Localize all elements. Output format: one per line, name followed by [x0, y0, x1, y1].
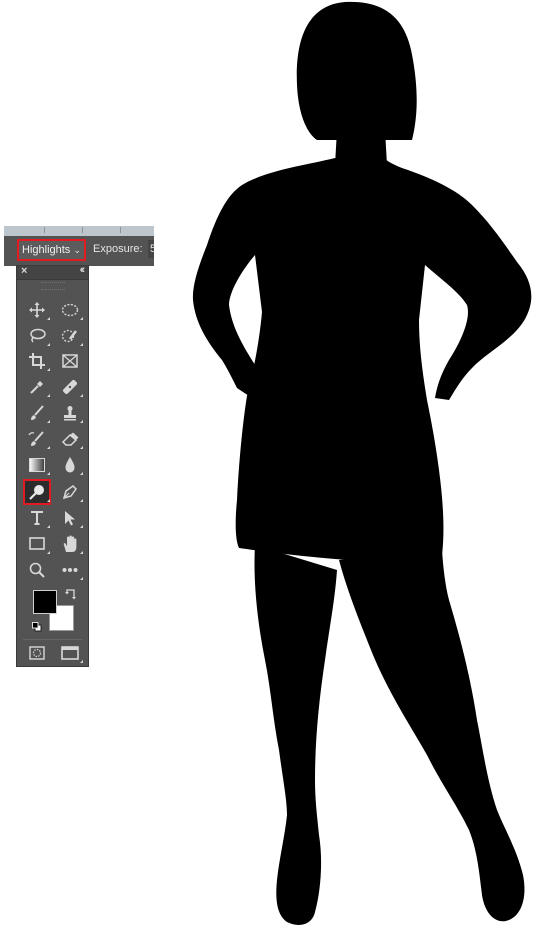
history-brush-tool[interactable] [25, 428, 50, 450]
crop-icon [29, 353, 45, 369]
healing-brush-tool[interactable] [58, 376, 83, 398]
crop-tool[interactable] [25, 350, 50, 372]
tools-panel-header: × ‹‹ [17, 264, 88, 280]
swap-colors-icon[interactable] [65, 588, 77, 600]
history-brush-icon [28, 431, 44, 446]
screen-mode-icon [61, 646, 79, 660]
rectangle-icon [29, 537, 45, 550]
pen-tool[interactable] [58, 481, 83, 503]
frame-icon [62, 354, 78, 368]
close-icon[interactable]: × [21, 265, 27, 277]
move-tool[interactable] [25, 299, 50, 321]
woman-silhouette-image [192, 1, 532, 925]
more-tools[interactable] [58, 559, 83, 581]
pen-icon [62, 485, 77, 500]
dodge-tool[interactable] [23, 479, 51, 505]
eraser-tool[interactable] [58, 428, 83, 450]
dodge-icon [29, 485, 44, 500]
brush-icon [31, 405, 44, 420]
quick-mask-button[interactable] [25, 642, 49, 664]
foreground-color-swatch[interactable] [33, 590, 57, 614]
chevron-down-icon: ⌄ [73, 245, 81, 255]
zoom-icon [29, 562, 45, 578]
gradient-tool[interactable] [25, 454, 50, 476]
quick-mask-icon [29, 646, 45, 660]
eraser-icon [61, 432, 79, 446]
clone-stamp-tool[interactable] [58, 402, 83, 424]
gradient-icon [29, 458, 45, 472]
brush-tool[interactable] [25, 402, 50, 424]
marquee-tool[interactable] [58, 299, 83, 321]
quick-selection-tool[interactable] [58, 325, 83, 347]
hand-icon [63, 535, 77, 552]
frame-tool[interactable] [58, 350, 82, 372]
more-icon [62, 568, 78, 572]
options-bar-top-strip [4, 226, 154, 236]
tools-panel: × ‹‹ [16, 264, 89, 667]
blur-icon [65, 457, 75, 473]
hand-tool[interactable] [58, 533, 83, 555]
quick-selection-icon [61, 329, 77, 343]
screen-mode-button[interactable] [58, 642, 83, 664]
default-colors-icon[interactable] [32, 622, 42, 632]
elliptical-marquee-icon [61, 303, 79, 317]
healing-brush-icon [63, 380, 77, 394]
exposure-label: Exposure: [93, 243, 143, 255]
lasso-tool[interactable] [25, 325, 50, 347]
clone-stamp-icon [64, 406, 76, 421]
panel-divider [23, 639, 82, 640]
zoom-tool[interactable] [25, 559, 49, 581]
rectangle-tool[interactable] [25, 533, 50, 555]
type-icon [31, 511, 43, 525]
type-tool[interactable] [25, 507, 50, 529]
collapse-icon[interactable]: ‹‹ [80, 264, 86, 276]
path-selection-icon [65, 511, 75, 526]
blur-tool[interactable] [58, 454, 83, 476]
eyedropper-tool[interactable] [25, 376, 50, 398]
move-icon [29, 302, 45, 318]
options-bar: Highlights ⌄ Exposure: 5 [4, 226, 154, 266]
path-selection-tool[interactable] [58, 507, 83, 529]
panel-grip[interactable] [41, 282, 65, 290]
range-dropdown-value: Highlights [22, 244, 71, 256]
exposure-field[interactable]: 5 [148, 240, 154, 258]
eyedropper-icon [30, 381, 43, 394]
lasso-icon [30, 328, 46, 343]
range-dropdown[interactable]: Highlights ⌄ [17, 239, 86, 261]
